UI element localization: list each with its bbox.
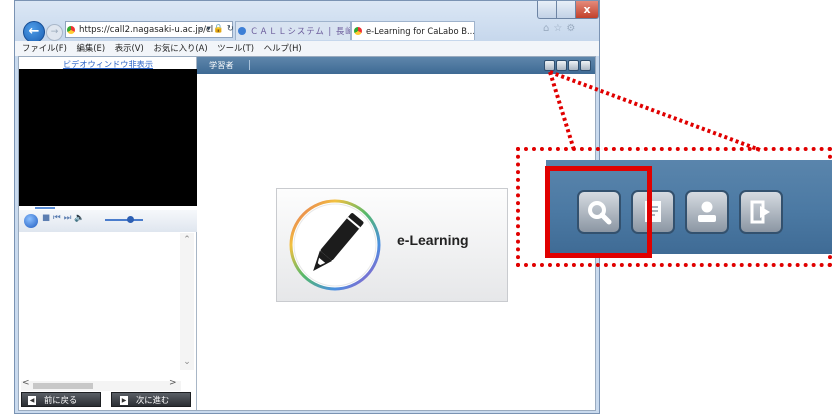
user-icon[interactable] [685,190,729,234]
logout-icon[interactable] [739,190,783,234]
highlight-box [545,166,652,258]
